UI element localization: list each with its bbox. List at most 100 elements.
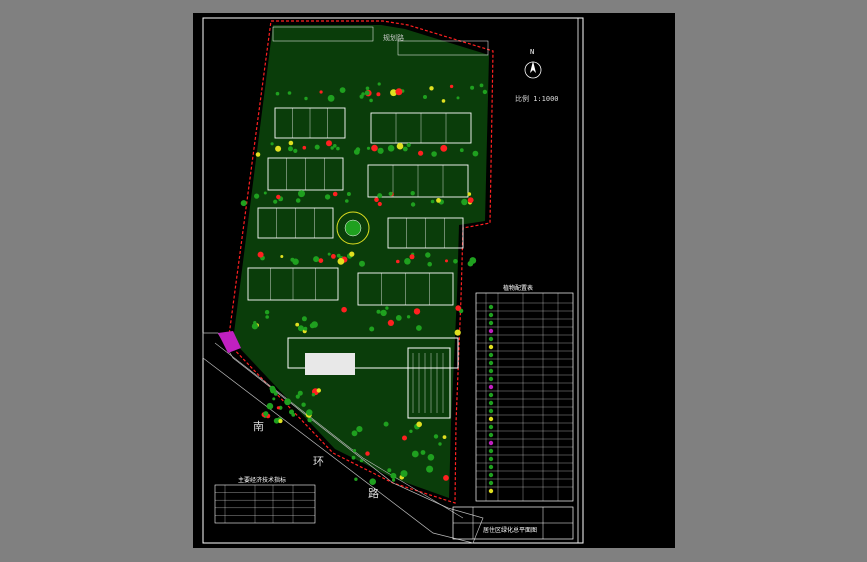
tree-icon	[275, 91, 280, 96]
tree-icon	[395, 88, 403, 96]
plant-symbol-icon	[488, 304, 494, 310]
tree-icon	[337, 258, 345, 265]
tree-icon	[427, 261, 432, 267]
tree-icon	[339, 87, 346, 93]
tree-icon	[331, 254, 336, 259]
tree-icon	[318, 258, 324, 263]
north-arrow-icon	[530, 61, 536, 73]
plant-table-rows	[476, 293, 573, 501]
tree-icon	[359, 94, 364, 99]
tree-icon	[336, 253, 341, 258]
tree-icon	[336, 146, 340, 151]
tree-icon	[459, 148, 464, 153]
plant-symbol-icon	[488, 400, 494, 406]
plant-symbol-icon	[488, 480, 494, 486]
econ-table-frame	[214, 484, 316, 524]
tree-icon	[288, 146, 293, 152]
plant-symbol-icon	[488, 376, 494, 382]
tree-icon	[289, 409, 294, 415]
tree-icon	[479, 83, 484, 88]
tree-icon	[380, 309, 387, 317]
tree-icon	[297, 390, 303, 396]
tree-icon	[275, 145, 282, 152]
tree-icon	[345, 199, 349, 203]
scale-label: 比例 1:1000	[515, 95, 559, 103]
tree-icon	[307, 417, 312, 423]
tree-icon	[387, 468, 392, 473]
tree-icon	[349, 251, 355, 257]
tree-icon	[316, 388, 321, 393]
plant-symbol-icon	[488, 384, 494, 390]
tree-icon	[461, 198, 468, 206]
tree-icon	[293, 148, 298, 153]
tree-icon	[303, 326, 308, 331]
tree-icon	[377, 82, 381, 86]
tree-icon	[302, 145, 307, 150]
tree-icon	[467, 197, 474, 204]
tree-icon	[431, 151, 437, 157]
tree-icon	[445, 259, 448, 263]
tree-icon	[266, 402, 274, 410]
tree-icon	[326, 140, 332, 147]
plant-symbol-icon	[488, 408, 494, 414]
tree-icon	[400, 470, 408, 478]
plant-symbol-icon	[488, 360, 494, 366]
plant-symbol-icon	[488, 456, 494, 462]
tree-icon	[270, 142, 274, 146]
econ-table-title: 主要经济技术指标	[238, 477, 287, 484]
tree-icon	[365, 451, 370, 456]
plant-symbol-icon	[488, 472, 494, 478]
tree-icon	[390, 472, 397, 479]
tree-icon	[273, 199, 278, 204]
plant-symbol-icon	[488, 392, 494, 398]
tree-icon	[264, 310, 270, 315]
tree-icon	[265, 315, 269, 319]
tree-icon	[355, 147, 361, 152]
tree-icon	[411, 450, 419, 458]
tree-icon	[413, 308, 421, 315]
econ-table-rows	[215, 485, 315, 523]
plant-symbol-icon	[488, 432, 494, 438]
plant-symbol-icon	[488, 464, 494, 470]
cad-viewport[interactable]: N 比例 1:1000 规划路 南 环 路 植物配置表 主要经济技术指标 居住区…	[0, 0, 867, 562]
tree-icon	[482, 89, 488, 95]
tree-icon	[392, 478, 396, 482]
tree-icon	[385, 306, 389, 310]
tree-icon	[255, 152, 261, 157]
plant-symbol-icon	[488, 312, 494, 318]
tree-icon	[332, 191, 338, 197]
tree-icon	[346, 192, 351, 196]
tree-icon	[313, 256, 320, 263]
plant-symbol-icon	[488, 352, 494, 358]
tree-icon	[371, 144, 378, 152]
tree-icon	[470, 85, 475, 90]
tree-icon	[467, 260, 474, 267]
tree-icon	[301, 402, 306, 407]
tree-icon	[430, 199, 435, 204]
tree-icon	[295, 198, 301, 203]
plant-symbol-icon	[488, 336, 494, 342]
tree-icon	[376, 92, 381, 97]
tree-icon	[426, 465, 434, 473]
tree-icon	[314, 144, 320, 150]
plant-symbol-icon	[488, 488, 494, 494]
tree-icon	[301, 316, 307, 322]
tree-icon	[254, 193, 260, 199]
tree-icon	[276, 194, 281, 200]
tree-icon	[416, 325, 422, 331]
tree-icon	[374, 197, 379, 203]
tree-icon	[442, 435, 447, 439]
title-block-text: 居住区绿化总平面图	[483, 527, 538, 534]
tree-icon	[311, 393, 316, 397]
tree-icon	[429, 86, 434, 91]
tree-icon	[251, 323, 258, 330]
tree-icon	[443, 475, 449, 481]
tree-icon	[376, 309, 381, 314]
tree-icon	[369, 326, 375, 332]
tree-icon	[351, 455, 356, 460]
tree-icon	[359, 260, 365, 267]
plant-symbol-icon	[488, 440, 494, 446]
tree-icon	[356, 426, 363, 433]
clubhouse-block	[305, 353, 355, 375]
tree-icon	[409, 429, 413, 433]
